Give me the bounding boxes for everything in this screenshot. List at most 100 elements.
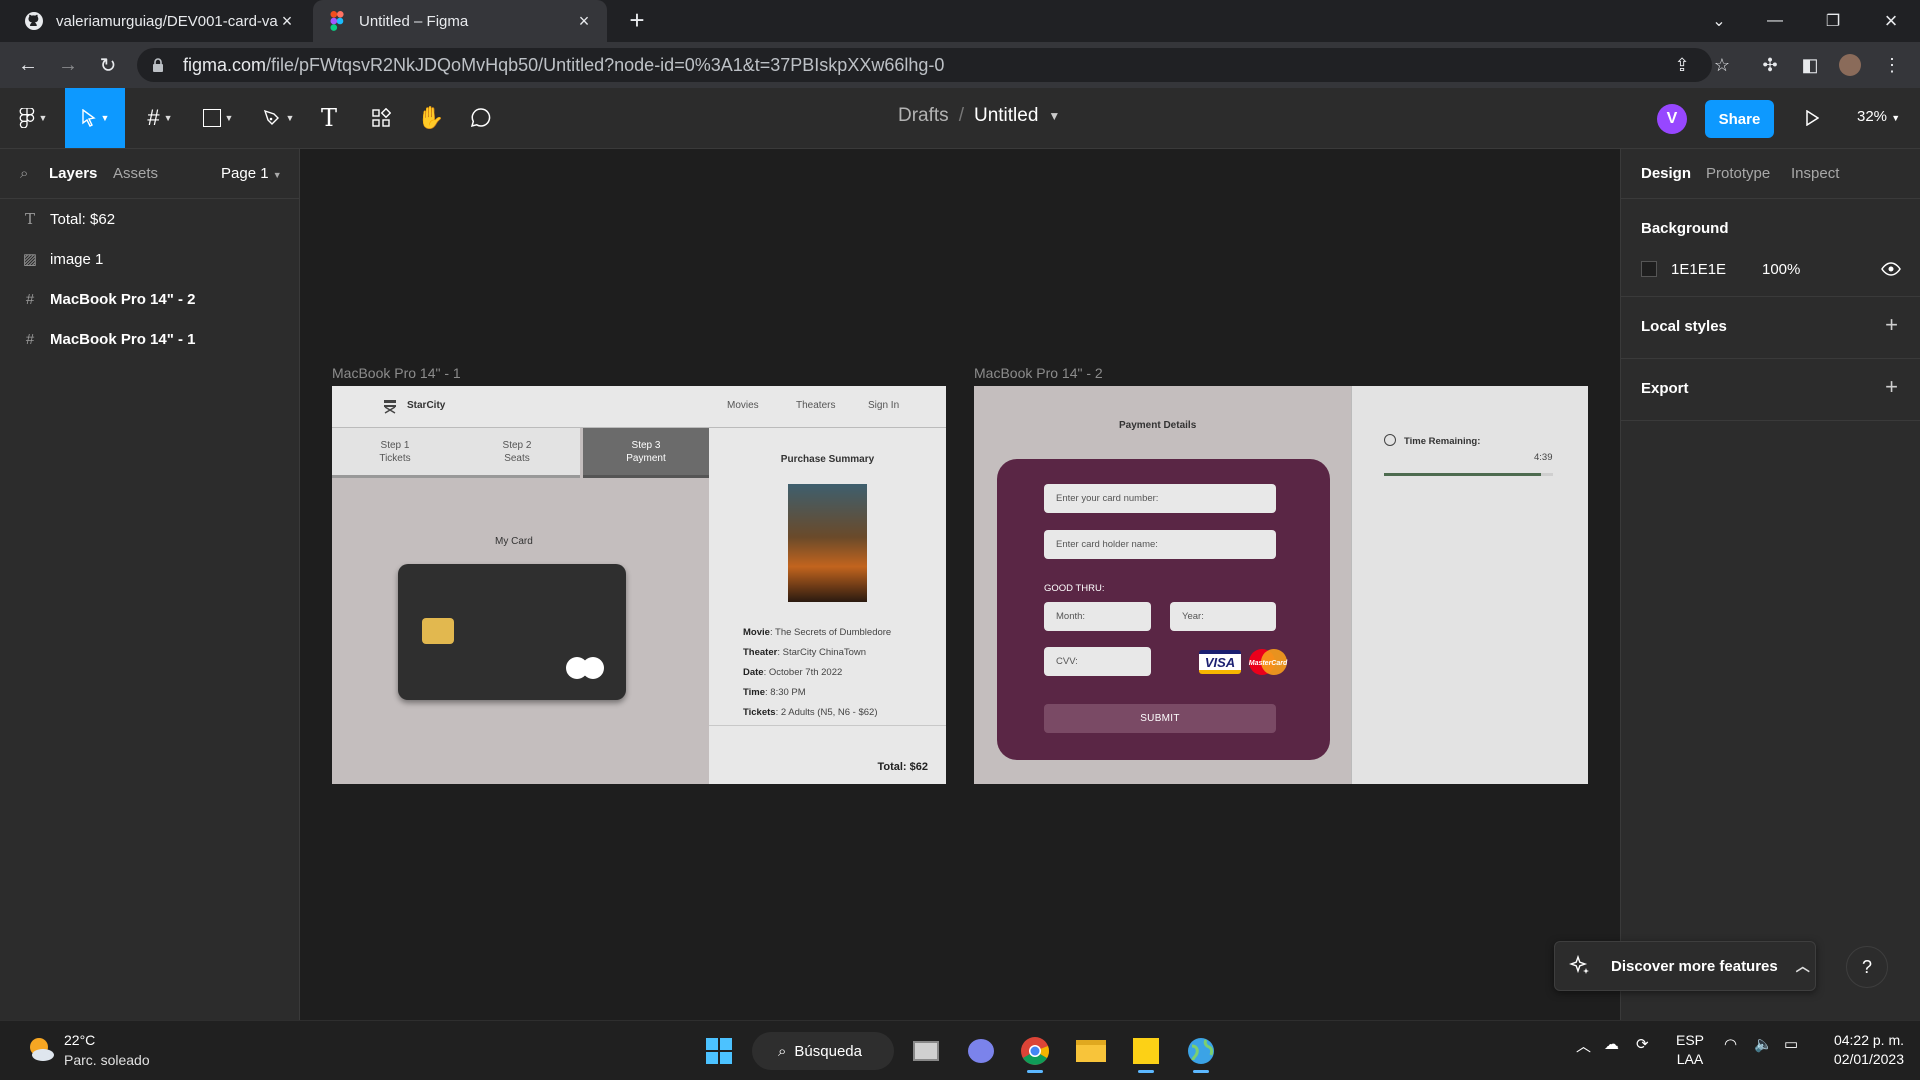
sticky-notes-button[interactable] [1126,1031,1166,1073]
chrome-taskbar-button[interactable] [1015,1031,1055,1073]
forward-icon[interactable]: → [54,51,82,79]
resources-tool[interactable] [366,88,396,148]
weather-description[interactable]: Parc. soleado [64,1052,150,1068]
step-number: Step 2 [502,439,532,451]
nav-sign-in: Sign In [868,400,900,411]
tab-assets[interactable]: Assets [113,165,158,182]
new-tab-icon[interactable]: + [624,7,650,34]
help-button[interactable]: ? [1846,946,1888,988]
layer-item[interactable]: T Total: $62 [0,199,299,239]
present-button[interactable] [1800,88,1824,148]
text-icon: T [320,104,337,132]
layer-item[interactable]: # MacBook Pro 14" - 1 [0,319,299,359]
clock-icon [1384,434,1396,446]
background-color-swatch[interactable] [1641,261,1657,277]
sticky-note-icon [1133,1038,1159,1064]
detail-key: Time [743,687,766,698]
browser-menu-icon[interactable]: ⋮ [1880,53,1904,77]
frame-checkout-card[interactable]: StarCity Movies Theaters Sign In Step 1T… [332,386,946,784]
onedrive-icon[interactable]: ☁ [1604,1035,1619,1053]
move-tool[interactable]: ▼ [65,88,125,148]
layer-item[interactable]: # MacBook Pro 14" - 2 [0,279,299,319]
browser-tab-github[interactable]: valeriamurguiag/DEV001-card-va × [10,0,310,42]
discover-features-banner[interactable]: Discover more features ︿ [1554,941,1816,991]
browser-tab-figma[interactable]: Untitled – Figma × [313,0,607,42]
director-chair-icon [384,400,396,414]
weather-temperature[interactable]: 22°C [64,1032,95,1048]
profile-avatar[interactable] [1838,53,1862,77]
hand-tool[interactable]: ✋ [416,88,446,148]
detail-value: : October 7th 2022 [763,667,843,678]
input-language[interactable]: ESP LAA [1676,1031,1704,1069]
background-hex-input[interactable]: 1E1E1E [1671,261,1726,278]
share-button[interactable]: Share [1705,100,1774,138]
chevron-up-icon[interactable]: ︿ [1796,956,1810,976]
address-bar: ← → ↻ figma.com/file/pFWtqsvR2NkJDQoMvHq… [0,42,1920,88]
layer-name: MacBook Pro 14" - 1 [50,330,196,348]
eye-icon[interactable] [1881,259,1901,279]
back-icon[interactable]: ← [14,51,42,79]
weather-app-button[interactable] [1181,1031,1221,1073]
start-button[interactable] [699,1031,739,1071]
battery-icon[interactable]: ▭ [1784,1035,1798,1053]
add-export-icon[interactable]: + [1885,374,1898,400]
background-opacity-input[interactable]: 100% [1762,261,1800,278]
wifi-icon[interactable]: ◠ [1724,1035,1737,1053]
file-name[interactable]: Untitled [974,105,1038,127]
my-card-label: My Card [495,536,533,547]
tab-search-icon[interactable]: ⌄ [1696,0,1742,42]
frame-label[interactable]: MacBook Pro 14" - 1 [332,365,461,381]
detail-theater: Theater: StarCity ChinaTown [743,643,891,663]
file-explorer-button[interactable] [1071,1031,1111,1071]
local-styles-section: Local styles + [1621,297,1920,359]
tab-inspect[interactable]: Inspect [1791,165,1839,182]
minimize-icon[interactable]: — [1752,0,1798,42]
tab-title: Untitled – Figma [359,12,469,30]
teams-chat-button[interactable] [961,1031,1001,1071]
add-style-icon[interactable]: + [1885,312,1898,338]
tab-design[interactable]: Design [1641,165,1691,182]
text-tool[interactable]: T [314,88,344,148]
close-window-icon[interactable]: × [1868,0,1914,42]
github-icon [24,11,44,31]
url-field[interactable]: figma.com/file/pFWtqsvR2NkJDQoMvHqb50/Un… [137,48,1712,82]
reload-icon[interactable]: ↻ [94,51,122,79]
volume-icon[interactable]: 🔈 [1754,1035,1773,1053]
time-remaining-panel: Time Remaining: 4:39 [1351,386,1588,784]
extensions-icon[interactable]: ✣ [1758,53,1782,77]
zoom-menu[interactable]: 32% ▼ [1857,108,1900,125]
search-icon[interactable]: ⌕ [20,165,28,182]
bookmark-star-icon[interactable]: ☆ [1710,53,1734,77]
collaborator-avatar[interactable]: V [1657,104,1687,134]
share-page-icon[interactable]: ⇪ [1670,53,1694,77]
canvas[interactable]: MacBook Pro 14" - 1 MacBook Pro 14" - 2 … [300,149,1620,1020]
close-tab-icon[interactable]: × [575,12,593,30]
main-menu-button[interactable]: ▼ [10,88,56,148]
show-hidden-icons[interactable]: ︿ [1576,1035,1591,1056]
side-panel-icon[interactable]: ◧ [1798,53,1822,77]
restore-icon[interactable]: ❐ [1810,0,1856,42]
tab-layers[interactable]: Layers [49,165,97,182]
page-selector[interactable]: Page 1 ▼ [221,165,282,182]
chevron-down-icon[interactable]: ▼ [1048,109,1060,123]
pen-tool[interactable]: ▼ [254,88,302,148]
search-icon: ⌕ [778,1042,787,1060]
chevron-down-icon: ▼ [272,170,282,180]
breadcrumb-drafts[interactable]: Drafts [898,105,949,127]
tab-prototype[interactable]: Prototype [1706,165,1770,182]
close-tab-icon[interactable]: × [278,12,296,30]
time-remaining-value: 4:39 [1534,452,1553,463]
sync-icon[interactable]: ⟳ [1636,1035,1649,1053]
frame-label[interactable]: MacBook Pro 14" - 2 [974,365,1103,381]
frame-tool[interactable]: # ▼ [138,88,182,148]
breadcrumb-separator: / [958,105,964,126]
system-clock[interactable]: 04:22 p. m. 02/01/2023 [1826,1031,1904,1069]
frame-layer-icon: # [25,330,35,348]
layer-item[interactable]: ▨ image 1 [0,239,299,279]
shape-tool[interactable]: ▼ [194,88,242,148]
partly-sunny-icon[interactable] [26,1034,56,1064]
taskbar-search[interactable]: ⌕ Búsqueda [752,1032,894,1070]
comment-tool[interactable] [466,88,496,148]
frame-payment-details[interactable]: Payment Details Enter your card number: … [974,386,1588,784]
task-view-button[interactable] [906,1031,946,1071]
